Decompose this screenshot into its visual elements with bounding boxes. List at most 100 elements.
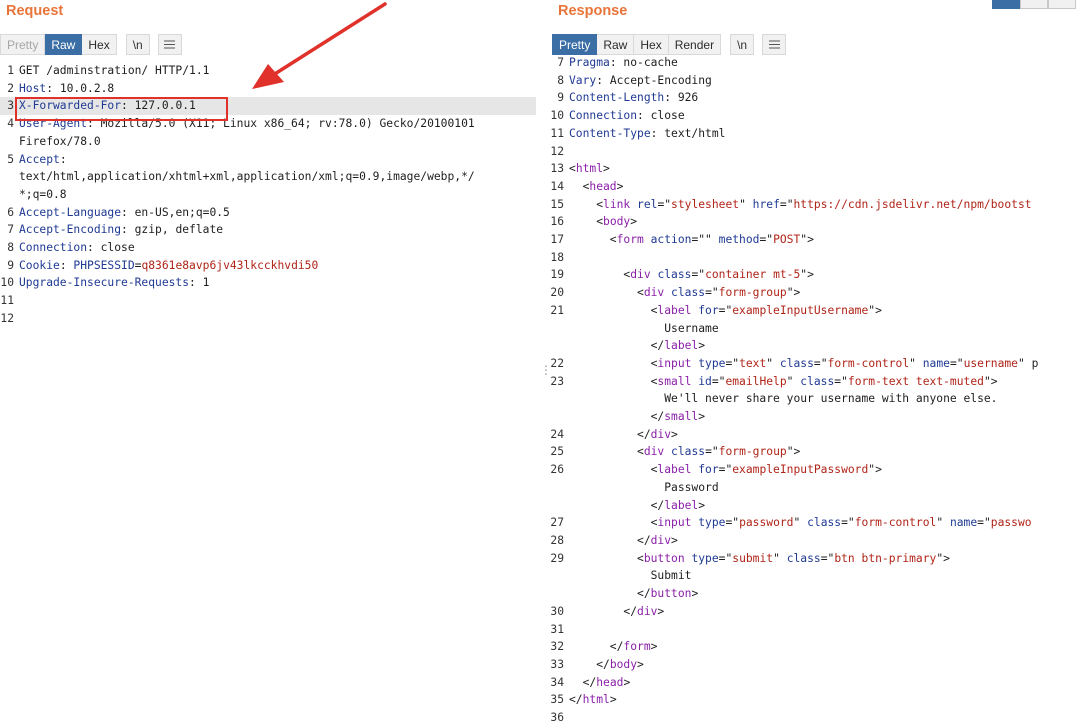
line-text: Accept-Language: en-US,en;q=0.5 [19, 204, 230, 222]
line-number [548, 320, 569, 338]
menu-icon [164, 43, 176, 46]
code-token: : 1 [189, 276, 210, 290]
code-line: 25 <div class="form-group"> [548, 443, 1080, 461]
code-line: 9 Content-Length: 926 [548, 89, 1080, 107]
code-token: < [569, 197, 604, 211]
line-number: 10 [550, 109, 564, 123]
code-token: : 10.0.2.8 [46, 81, 115, 95]
request-newline-toggle[interactable]: \n [125, 34, 150, 55]
line-number: 12 [550, 144, 564, 158]
code-token: class [807, 516, 842, 530]
line-number: 18 [550, 250, 564, 264]
code-token: div [630, 268, 658, 282]
line-number: 31 [550, 622, 564, 636]
code-line: 5 Accept: [0, 151, 536, 169]
line-number: 15 [550, 197, 564, 211]
line-text: </div> [569, 532, 678, 550]
code-token: "> [983, 374, 998, 388]
response-newline-toggle[interactable]: \n [730, 34, 755, 55]
code-line: 33 </body> [548, 656, 1080, 674]
code-token: > [698, 339, 706, 353]
code-token: Upgrade-Insecure-Requests [19, 276, 190, 290]
request-title: Request [6, 3, 64, 19]
code-token: Accept-Encoding [19, 223, 122, 237]
code-token: </ [569, 427, 651, 441]
code-token: Password [569, 480, 719, 494]
request-tab-hex[interactable]: Hex [82, 34, 117, 55]
line-number: 19 [550, 268, 564, 282]
code-token: < [569, 215, 604, 229]
code-token: > [657, 604, 665, 618]
code-line: 12 [548, 143, 1080, 161]
line-number [548, 408, 569, 426]
code-line: Submit [548, 567, 1080, 585]
response-menu-button[interactable] [762, 34, 787, 55]
code-token: "> [800, 233, 814, 247]
request-menu-button[interactable] [157, 34, 182, 55]
request-tab-raw[interactable]: Raw [45, 34, 83, 55]
code-token: form [616, 233, 651, 247]
line-number: 36 [550, 711, 564, 725]
line-text: <button type="submit" class="btn btn-pri… [569, 550, 950, 568]
highlight-box [15, 97, 228, 121]
code-token: "> [800, 268, 814, 282]
code-token: > [691, 587, 699, 601]
code-line: </label> [548, 337, 1080, 355]
line-number: 11 [0, 294, 14, 308]
code-token: POST [773, 233, 801, 247]
code-token: : [59, 258, 74, 272]
code-token: "> [786, 445, 801, 459]
response-tab-raw[interactable]: Raw [597, 34, 635, 55]
code-token: < [569, 286, 644, 300]
code-token: < [569, 162, 576, 176]
code-token: text [739, 356, 767, 370]
line-text: Vary: Accept-Encoding [569, 72, 712, 90]
line-text: Submit [569, 567, 692, 585]
code-token: div [643, 445, 672, 459]
line-text: <input type="text" class="form-control" … [569, 355, 1039, 373]
code-token: =" [977, 516, 991, 530]
code-line: 35 </html> [548, 691, 1080, 709]
code-line: 12 [0, 310, 536, 328]
code-token: html [575, 162, 604, 176]
code-token: class [800, 374, 835, 388]
code-line: text/html,application/xhtml+xml,applicat… [0, 168, 536, 186]
line-text: <label for="exampleInputPassword"> [569, 461, 882, 479]
code-token: input [657, 356, 699, 370]
code-token: Firefox/78.0 [19, 134, 101, 148]
line-number: 24 [550, 427, 564, 441]
code-token: class [657, 268, 692, 282]
line-text: <head> [569, 178, 624, 196]
code-token: </ [569, 675, 597, 689]
code-token: type [698, 356, 726, 370]
request-tab-pretty[interactable]: Pretty [0, 34, 46, 55]
response-tab-pretty[interactable]: Pretty [552, 34, 598, 55]
line-number: 7 [557, 56, 564, 69]
line-text: </form> [569, 638, 658, 656]
code-token: div [637, 604, 658, 618]
line-text: Cookie: PHPSESSID=q8361e8avp6jv43lkcckhv… [19, 257, 318, 275]
code-token: class [779, 356, 814, 370]
code-token: form-control [854, 516, 937, 530]
line-text: Upgrade-Insecure-Requests: 1 [19, 274, 209, 292]
code-token: </ [569, 640, 624, 654]
code-line: 26 <label for="exampleInputPassword"> [548, 461, 1080, 479]
code-token: label [657, 463, 699, 477]
code-token: form-group [718, 445, 787, 459]
line-number: 7 [7, 223, 14, 237]
code-token: class [671, 445, 706, 459]
line-number: 9 [7, 258, 14, 272]
code-token: > [609, 693, 617, 707]
code-token: : close [637, 109, 685, 123]
line-number [548, 567, 569, 585]
response-editor[interactable]: 7 Pragma: no-cache 8 Vary: Accept-Encoding 9… [548, 54, 1080, 725]
code-line: 31 [548, 621, 1080, 639]
code-token: "> [868, 303, 882, 317]
response-tab-hex[interactable]: Hex [634, 34, 669, 55]
line-text: <html> [569, 160, 610, 178]
line-text: Host: 10.0.2.8 [19, 80, 114, 98]
line-text: Pragma: no-cache [569, 54, 678, 72]
code-token: </ [569, 533, 651, 547]
response-tab-render[interactable]: Render [668, 34, 722, 55]
code-token: head [596, 675, 624, 689]
